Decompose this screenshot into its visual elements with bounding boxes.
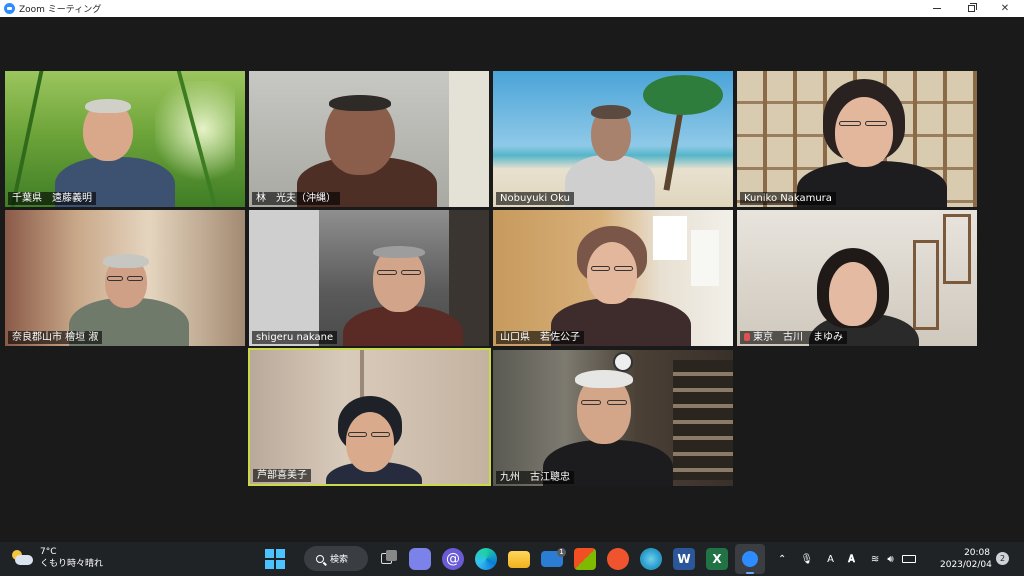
wifi-icon[interactable]: ≋	[871, 554, 879, 565]
muted-mic-icon	[744, 333, 750, 341]
file-explorer-icon[interactable]	[508, 551, 530, 568]
search-label: 検索	[330, 555, 349, 565]
start-button[interactable]	[265, 549, 285, 569]
weather-temp: 7°C	[40, 547, 57, 557]
participant-name: shigeru nakane	[252, 331, 338, 344]
video-tile[interactable]: 山口県 若佐公子	[493, 210, 733, 346]
participant-name: 奈良郡山市 檜垣 淑	[8, 331, 103, 344]
notification-center-badge[interactable]: 2	[996, 552, 1009, 565]
participant-name: Nobuyuki Oku	[496, 192, 574, 205]
app-icon-orange[interactable]	[607, 548, 629, 570]
edge-browser-icon[interactable]	[475, 548, 497, 570]
participant-name: 千葉県 遠藤義明	[8, 192, 96, 205]
participant-name: 林 光夫（沖縄）	[252, 192, 340, 205]
system-clock[interactable]: 20:08 2023/02/04	[940, 547, 992, 571]
video-tile[interactable]: Nobuyuki Oku	[493, 71, 733, 207]
volume-icon[interactable]: 🔊︎	[887, 554, 893, 565]
zoom-logo-icon	[4, 3, 15, 14]
video-tile[interactable]: 奈良郡山市 檜垣 淑	[5, 210, 245, 346]
clock-date: 2023/02/04	[940, 560, 992, 570]
minimize-icon	[933, 8, 941, 9]
title-bar: Zoom ミーティング ✕	[0, 0, 1024, 17]
weather-widget[interactable]: 7°C くもり時々晴れ	[12, 546, 103, 570]
video-tile[interactable]: 九州 古江聰忠	[493, 350, 733, 486]
minimize-button[interactable]	[920, 0, 954, 17]
mail-at-icon[interactable]: @	[442, 548, 464, 570]
participant-name-text: 東京 古川 まゆみ	[753, 332, 843, 343]
search-icon	[316, 554, 324, 563]
battery-icon[interactable]	[901, 555, 916, 563]
microsoft-store-icon[interactable]	[574, 548, 596, 570]
zoom-taskbar-button[interactable]	[735, 544, 765, 574]
windows-logo-icon	[265, 549, 274, 558]
teams-chat-icon[interactable]	[409, 548, 431, 570]
maximize-icon	[967, 3, 977, 12]
participant-name: Kuniko Nakamura	[740, 192, 836, 205]
weather-desc: くもり時々晴れ	[40, 559, 104, 569]
window-title: Zoom ミーティング	[19, 5, 102, 15]
participant-name: 九州 古江聰忠	[496, 471, 574, 484]
zoom-icon	[742, 551, 758, 567]
video-tile[interactable]: Kuniko Nakamura	[737, 71, 977, 207]
video-tile[interactable]: shigeru nakane	[249, 210, 489, 346]
video-tile-active-speaker[interactable]: 芦部喜美子	[248, 348, 491, 486]
partly-cloudy-icon	[12, 550, 34, 566]
ime-mode-indicator[interactable]: A	[827, 554, 834, 565]
excel-icon[interactable]: X	[706, 548, 728, 570]
task-view-icon[interactable]	[378, 548, 400, 570]
word-icon[interactable]: W	[673, 548, 695, 570]
clock-time: 20:08	[964, 548, 990, 558]
chevron-up-icon[interactable]: ⌃	[778, 554, 786, 565]
participant-name: 東京 古川 まゆみ	[740, 331, 847, 344]
maps-globe-icon[interactable]	[640, 548, 662, 570]
participant-name: 山口県 若佐公子	[496, 331, 584, 344]
taskbar: 7°C くもり時々晴れ 検索 @ 1 W X ⌃ 🎙︎ A 𝐀 ≋ 🔊︎ 20:…	[0, 542, 1024, 576]
microphone-icon[interactable]: 🎙︎	[800, 554, 813, 565]
ime-icon[interactable]: 𝐀	[848, 554, 855, 565]
maximize-button[interactable]	[954, 0, 988, 17]
mail-icon[interactable]: 1	[541, 548, 566, 567]
mail-badge: 1	[557, 548, 566, 557]
taskbar-search[interactable]: 検索	[304, 546, 368, 571]
video-tile[interactable]: 東京 古川 まゆみ	[737, 210, 977, 346]
video-tile[interactable]: 林 光夫（沖縄）	[249, 71, 489, 207]
gallery-view: 千葉県 遠藤義明 林 光夫（沖縄） Nobuyuki Oku Kuniko Na…	[0, 17, 1024, 542]
participant-name: 芦部喜美子	[253, 469, 311, 482]
video-tile[interactable]: 千葉県 遠藤義明	[5, 71, 245, 207]
close-button[interactable]: ✕	[988, 0, 1022, 17]
close-icon: ✕	[1000, 3, 1010, 14]
